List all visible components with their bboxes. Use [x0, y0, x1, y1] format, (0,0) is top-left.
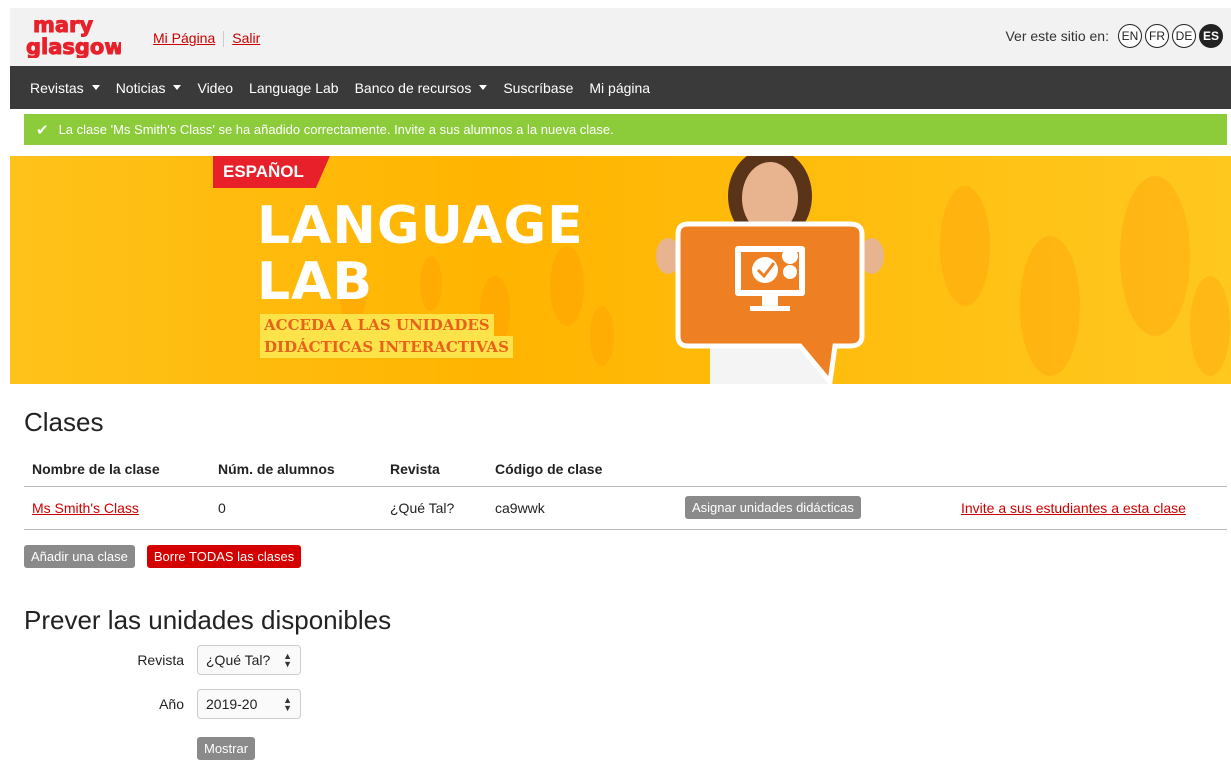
alert-message: La clase 'Ms Smith's Class' se ha añadid…: [58, 122, 614, 137]
class-code-cell: ca9wwk: [487, 486, 677, 530]
caret-down-icon: [479, 85, 488, 90]
language-lab-banner[interactable]: ESPAÑOL LANGUAGE LAB ACCEDA A LAS UNIDAD…: [10, 156, 1231, 384]
mi-pagina-link[interactable]: Mi Página: [153, 30, 215, 46]
col-header-invite: [947, 452, 1227, 487]
mostrar-button[interactable]: Mostrar: [197, 737, 256, 760]
clases-heading: Clases: [24, 407, 104, 437]
checkmark-icon: ✔: [36, 121, 49, 139]
invite-cell: Invite a sus estudiantes a esta clase: [947, 486, 1227, 530]
nav-suscribase[interactable]: Suscríbase: [503, 80, 573, 96]
add-class-button[interactable]: Añadir una clase: [24, 545, 135, 568]
banner-subtitle-line1: ACCEDA A LAS UNIDADES: [260, 314, 494, 336]
anio-row: Año 2019-20 ▲ ▼: [24, 689, 301, 719]
decorative-blob: [420, 256, 442, 311]
table-header-row: Nombre de la clase Núm. de alumnos Revis…: [24, 452, 1227, 487]
top-bar: mary glasgow Mi Página Salir Ver este sit…: [10, 8, 1231, 66]
col-header-name: Nombre de la clase: [24, 452, 210, 487]
anio-select[interactable]: 2019-20 ▲ ▼: [197, 689, 301, 719]
class-name-cell: Ms Smith's Class: [24, 486, 210, 530]
decorative-blob: [1120, 176, 1190, 336]
success-alert: ✔ La clase 'Ms Smith's Class' se ha añad…: [24, 114, 1227, 145]
banner-subtitle-line2: DIDÁCTICAS INTERACTIVAS: [260, 336, 513, 358]
revista-select-value: ¿Qué Tal?: [206, 652, 271, 668]
svg-text:mary: mary: [33, 13, 93, 37]
invite-students-link[interactable]: Invite a sus estudiantes a esta clase: [961, 500, 1186, 516]
col-header-magazine: Revista: [382, 452, 487, 487]
nav-language-lab[interactable]: Language Lab: [249, 80, 339, 96]
salir-link[interactable]: Salir: [232, 30, 260, 46]
nav-mi-pagina[interactable]: Mi página: [589, 80, 650, 96]
students-cell: 0: [210, 486, 382, 530]
top-links: Mi Página Salir: [153, 30, 260, 48]
nav-banco-de-recursos[interactable]: Banco de recursos: [355, 80, 488, 96]
lang-en-button[interactable]: EN: [1118, 24, 1142, 48]
banner-title-line2: LAB: [257, 252, 374, 312]
select-arrows-icon: ▲ ▼: [283, 695, 292, 713]
anio-label: Año: [159, 696, 184, 712]
language-label: Ver este sitio en:: [1005, 28, 1109, 44]
decorative-blob: [1020, 236, 1080, 376]
lang-de-button[interactable]: DE: [1172, 24, 1196, 48]
anio-select-value: 2019-20: [206, 696, 258, 712]
main-nav: Revistas Noticias Video Language Lab Ban…: [10, 66, 1231, 109]
classes-table: Nombre de la clase Núm. de alumnos Revis…: [24, 452, 1227, 530]
nav-video[interactable]: Video: [197, 80, 233, 96]
col-header-students: Núm. de alumnos: [210, 452, 382, 487]
col-header-code: Código de clase: [487, 452, 677, 487]
caret-down-icon: [91, 85, 100, 90]
link-divider: [223, 31, 225, 48]
decorative-blob: [940, 186, 990, 306]
banner-title-line1: LANGUAGE: [257, 196, 584, 256]
prever-heading: Prever las unidades disponibles: [24, 605, 392, 635]
assign-units-button[interactable]: Asignar unidades didácticas: [685, 496, 861, 519]
mary-glasgow-logo[interactable]: mary glasgow: [25, 12, 122, 59]
revista-select[interactable]: ¿Qué Tal? ▲ ▼: [197, 645, 301, 675]
class-name-link[interactable]: Ms Smith's Class: [32, 500, 139, 516]
nav-revistas[interactable]: Revistas: [30, 80, 100, 96]
col-header-actions: [677, 452, 947, 487]
svg-text:glasgow: glasgow: [26, 35, 121, 58]
nav-noticias[interactable]: Noticias: [116, 80, 182, 96]
decorative-blob: [590, 306, 614, 366]
espanol-tag: ESPAÑOL: [213, 156, 330, 188]
select-arrows-icon: ▲ ▼: [283, 651, 292, 669]
lang-es-button[interactable]: ES: [1199, 24, 1223, 48]
table-row: Ms Smith's Class 0 ¿Qué Tal? ca9wwk Asig…: [24, 486, 1227, 530]
nav-banco-label: Banco de recursos: [354, 79, 472, 96]
assign-cell: Asignar unidades didácticas: [677, 486, 947, 530]
person-holding-sign-illustration: [656, 156, 884, 384]
revista-row: Revista ¿Qué Tal? ▲ ▼: [24, 645, 301, 675]
class-actions: Añadir una clase Borre TODAS las clases: [24, 545, 302, 568]
magazine-cell: ¿Qué Tal?: [382, 486, 487, 530]
language-switcher: Ver este sitio en: EN FR DE ES: [1005, 24, 1223, 48]
revista-label: Revista: [137, 652, 184, 668]
caret-down-icon: [173, 85, 182, 90]
decorative-blob: [1190, 276, 1230, 376]
delete-all-classes-button[interactable]: Borre TODAS las clases: [146, 545, 302, 568]
decorative-blob: [550, 246, 584, 326]
nav-noticias-label: Noticias: [115, 79, 166, 96]
nav-revistas-label: Revistas: [30, 79, 84, 96]
lang-fr-button[interactable]: FR: [1145, 24, 1169, 48]
